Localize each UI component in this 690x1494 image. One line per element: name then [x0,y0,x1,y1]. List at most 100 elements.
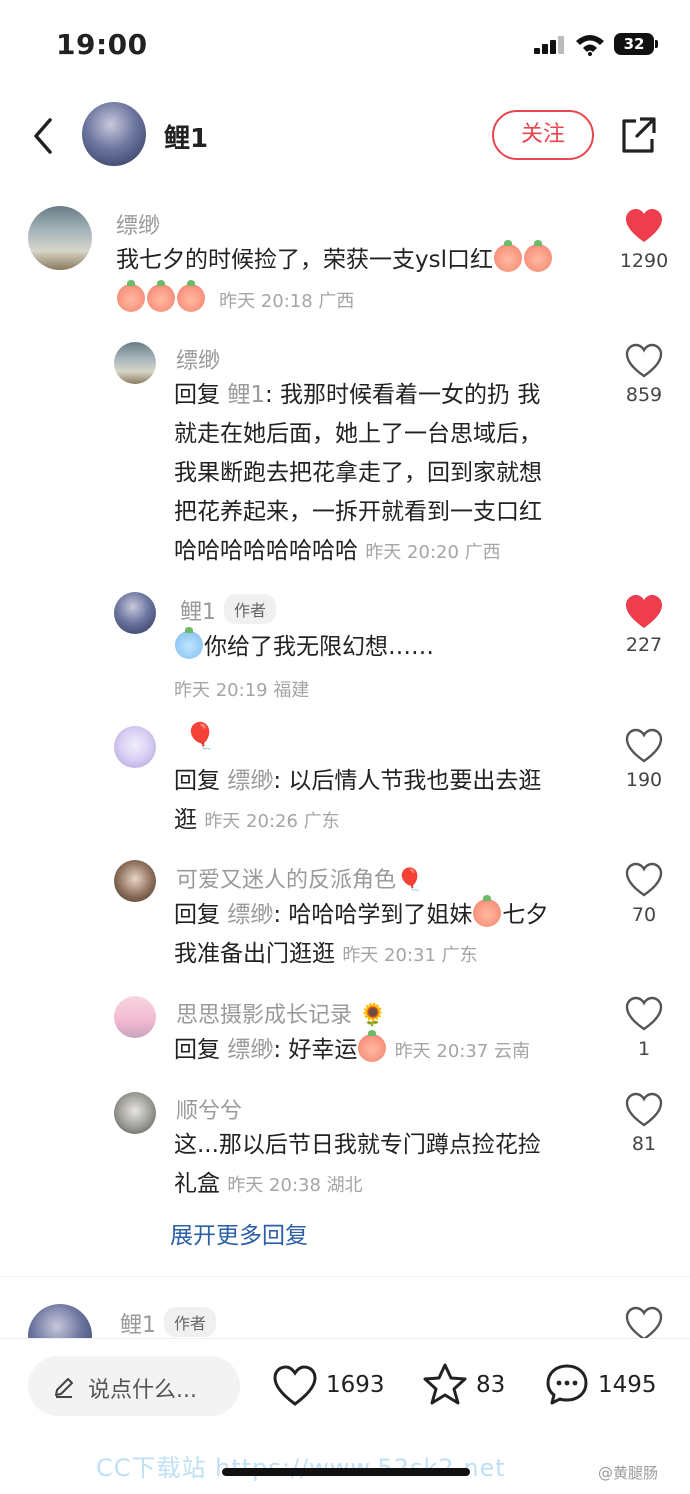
reply-line: 这...那以后节日我就专门蹲点捡花捡 [174,1132,541,1158]
back-icon[interactable] [26,112,66,160]
heart-outline-icon[interactable] [624,1092,664,1128]
home-indicator[interactable] [222,1468,470,1476]
comment-input-placeholder[interactable]: 说点什么... [88,1372,197,1404]
avatar[interactable] [28,206,92,270]
comment-author-name[interactable]: 鲤1 [120,1313,156,1338]
reply-prefix: 回复 [174,768,220,794]
author-tag: 作者 [164,1307,217,1337]
author-tag: 作者 [224,594,277,624]
star-icon[interactable] [422,1362,468,1406]
avatar[interactable] [114,996,156,1038]
share-icon[interactable] [618,113,658,157]
reply-author-name[interactable]: 鲤1 [180,600,216,625]
like-count: 1290 [619,250,669,272]
heart-icon[interactable] [624,208,664,244]
reply-prefix: 回复 [174,382,220,408]
comment-meta: 昨天 20:18 广西 [116,280,355,316]
reply-line: 逛 [174,807,197,833]
expand-more-replies[interactable]: 展开更多回复 [170,1216,308,1250]
reply-time: 昨天 20:26 广东 [204,811,340,832]
signal-icon [534,36,566,54]
reply-target[interactable]: 鲤1 [227,382,265,408]
follow-button[interactable]: 关注 [492,110,594,160]
comment-author[interactable]: 缥缈 [116,208,160,240]
avatar[interactable] [114,860,156,902]
like-count: 859 [625,384,663,406]
reply-line: 把花养起来，一拆开就看到一支口红 [174,499,542,525]
reply-text: 你给了我无限幻想…… [174,627,434,667]
peach-emoji [523,240,552,272]
avatar[interactable] [114,1092,156,1134]
reply-text: 回复 缥缈: 以后情人节我也要出去逛 逛 昨天 20:26 广东 [174,768,542,833]
reply-line: 七夕 [502,902,549,928]
watermark: CC下载站 https://www.52sk2.net [96,1454,505,1482]
crying-emoji [358,1030,387,1062]
reply-time: 昨天 20:31 广东 [342,945,478,966]
peach-emoji [117,280,145,312]
like-count: 81 [631,1133,657,1155]
post-like-count: 1693 [326,1372,385,1398]
heart-icon[interactable] [624,594,664,630]
status-time: 19:00 [56,28,148,61]
reply-line: 你给了我无限幻想…… [204,634,434,660]
reply-line: 好幸运 [288,1037,358,1063]
battery-indicator: 32 [614,33,654,55]
reply-text: 回复 缥缈: 好幸运 昨天 20:37 云南 [174,1030,594,1071]
reply-text: 这...那以后节日我就专门蹲点捡花捡 礼盒 昨天 20:38 湖北 [174,1126,594,1205]
reply-line: 哈哈哈哈哈哈哈哈 [174,538,358,564]
reply-author[interactable]: 顺兮兮 [176,1093,242,1125]
reply-author[interactable]: 缥缈 [176,343,220,375]
comment-author[interactable]: 鲤1 作者 [120,1307,217,1339]
comment-time: 昨天 20:18 广西 [219,291,355,312]
heart-outline-icon[interactable] [624,996,664,1032]
comment-body: 我七夕的时候捡了，荣获一支ysl口红 [116,247,493,273]
reply-line: 礼盒 [174,1171,220,1197]
pen-icon [55,1378,73,1398]
heart-outline-icon[interactable] [624,862,664,898]
reply-line: 就走在她后面，她上了一台思域后， [174,421,542,447]
peach-emoji [177,280,205,312]
author-name[interactable]: 鲤1 [164,118,208,155]
like-icon[interactable] [272,1364,318,1408]
reply-author[interactable]: 可爱又迷人的反派角色🎈 [176,862,423,894]
like-count: 1 [637,1038,651,1060]
reply-text: 回复 缥缈: 哈哈哈学到了姐妹 七夕 我准备出门逛逛 昨天 20:31 广东 [174,895,594,975]
reply-prefix: 回复 [174,902,220,928]
reply-author[interactable]: 鲤1 作者 [180,594,277,626]
wifi-icon [576,35,604,56]
reply-target[interactable]: 缥缈 [227,1037,273,1063]
peach-emoji [493,240,522,272]
reply-line: 哈哈哈学到了姐妹 [288,902,473,928]
heart-outline-icon[interactable] [624,343,664,379]
reply-target[interactable]: 缥缈 [227,768,273,794]
crying-emoji [175,627,203,659]
comment-text: 我七夕的时候捡了，荣获一支ysl口红 [116,240,606,280]
reply-line: 我果断跑去把花拿走了，回到家就想 [174,460,542,486]
reply-line: 我那时候看着一女的扔 我 [280,382,541,408]
avatar[interactable] [114,342,156,384]
comment-icon[interactable] [544,1362,590,1406]
reply-time: 昨天 20:19 福建 [174,680,310,701]
reply-author[interactable]: 思思摄影成长记录 🌻 [176,997,386,1029]
crying-emoji [473,895,502,927]
reply-time: 昨天 20:20 广西 [365,542,501,563]
author-avatar[interactable] [82,102,146,166]
avatar[interactable] [114,726,156,768]
weibo-watermark: @黄腿肠 [598,1464,659,1482]
battery-tip [655,40,658,48]
reply-author-emoji[interactable]: 🎈 [184,722,216,752]
comment-count: 1495 [598,1372,657,1398]
reply-target[interactable]: 缥缈 [227,902,273,928]
like-count: 190 [625,769,663,791]
divider [0,1276,690,1277]
star-count: 83 [476,1372,506,1398]
like-count: 70 [631,904,657,926]
avatar[interactable] [114,592,156,634]
reply-line: 以后情人节我也要出去逛 [288,768,542,794]
reply-time: 昨天 20:38 湖北 [227,1175,363,1196]
reply-text: 回复 鲤1: 我那时候看着一女的扔 我 就走在她后面，她上了一台思域后， 我果断… [174,376,594,572]
reply-time: 昨天 20:37 云南 [394,1041,531,1062]
peach-emoji [147,280,175,312]
heart-outline-icon[interactable] [624,1306,664,1342]
heart-outline-icon[interactable] [624,728,664,764]
